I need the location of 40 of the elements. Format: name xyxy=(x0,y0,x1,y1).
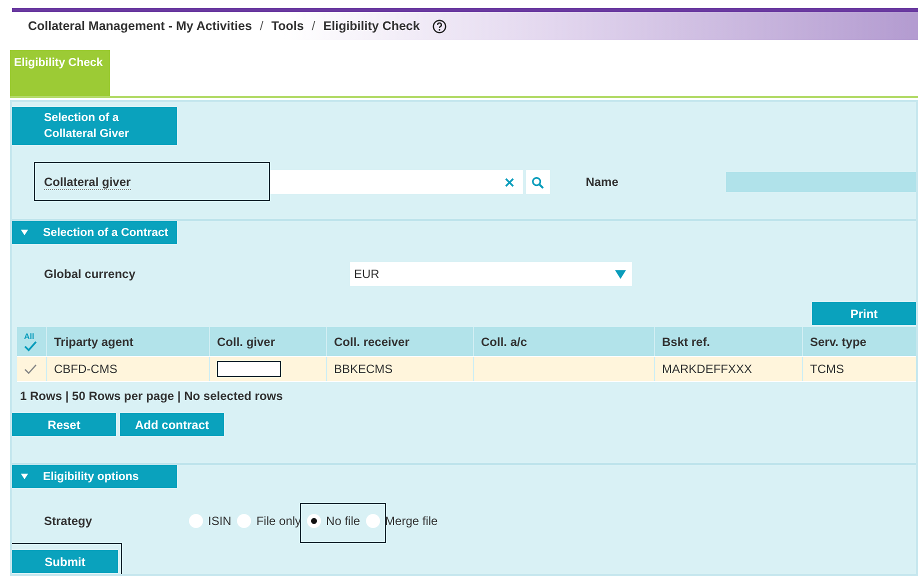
check-icon xyxy=(24,340,37,352)
radio-button[interactable] xyxy=(307,514,322,528)
radio-button[interactable] xyxy=(189,514,203,528)
column-header[interactable]: Serv. type xyxy=(803,327,916,356)
column-header[interactable]: Coll. giver xyxy=(210,327,327,356)
help-icon xyxy=(432,18,447,34)
table-cell: MARKDEFFXXX xyxy=(655,357,803,381)
section-title: Selection of a Contract xyxy=(42,226,168,240)
search-button[interactable] xyxy=(526,170,550,194)
radio-button[interactable] xyxy=(237,514,252,528)
radio-button[interactable] xyxy=(366,514,380,528)
column-header[interactable]: Bskt ref. xyxy=(655,327,803,356)
table-cell-text: TCMS xyxy=(809,361,845,378)
section-title: Selection of a Collateral Giver xyxy=(43,111,130,142)
collateral-giver-field[interactable] xyxy=(268,170,523,194)
option-label[interactable]: Merge file xyxy=(385,514,438,528)
clear-icon xyxy=(504,176,515,188)
table-summary: 1 Rows | 50 Rows per page | No selected rows xyxy=(19,388,284,405)
breadcrumb-item[interactable]: Eligibility Check xyxy=(323,19,420,33)
field-label: Name xyxy=(586,175,620,189)
column-header[interactable]: Triparty agent xyxy=(47,327,210,356)
currency-dropdown[interactable]: EUR xyxy=(350,262,632,286)
breadcrumb-item[interactable]: Tools xyxy=(271,19,304,33)
field-label: Global currency xyxy=(44,267,136,281)
section-title: Eligibility options xyxy=(42,470,139,484)
option-label[interactable]: No file xyxy=(326,514,360,528)
caret-icon xyxy=(615,270,626,278)
table-cell: CBFD-CMS xyxy=(47,357,210,381)
breadcrumb-separator: / xyxy=(312,19,316,33)
option-label[interactable]: ISIN xyxy=(208,514,232,528)
field-label: Strategy xyxy=(44,514,94,528)
column-header[interactable]: Coll. receiver xyxy=(327,327,474,356)
breadcrumb-separator: / xyxy=(260,19,264,33)
table-cell: BBKECMS xyxy=(327,357,474,381)
search-icon xyxy=(531,176,544,188)
option-label[interactable]: File only xyxy=(256,514,302,528)
column-header[interactable]: Coll. a/c xyxy=(474,327,655,356)
field-label: Collateral giver xyxy=(44,174,131,190)
table-row[interactable]: CBFD-CMS BBKECMS MARKDEFFXXX TCMS xyxy=(17,357,916,382)
breadcrumb-item[interactable]: Collateral Management - My Activities xyxy=(28,19,252,33)
